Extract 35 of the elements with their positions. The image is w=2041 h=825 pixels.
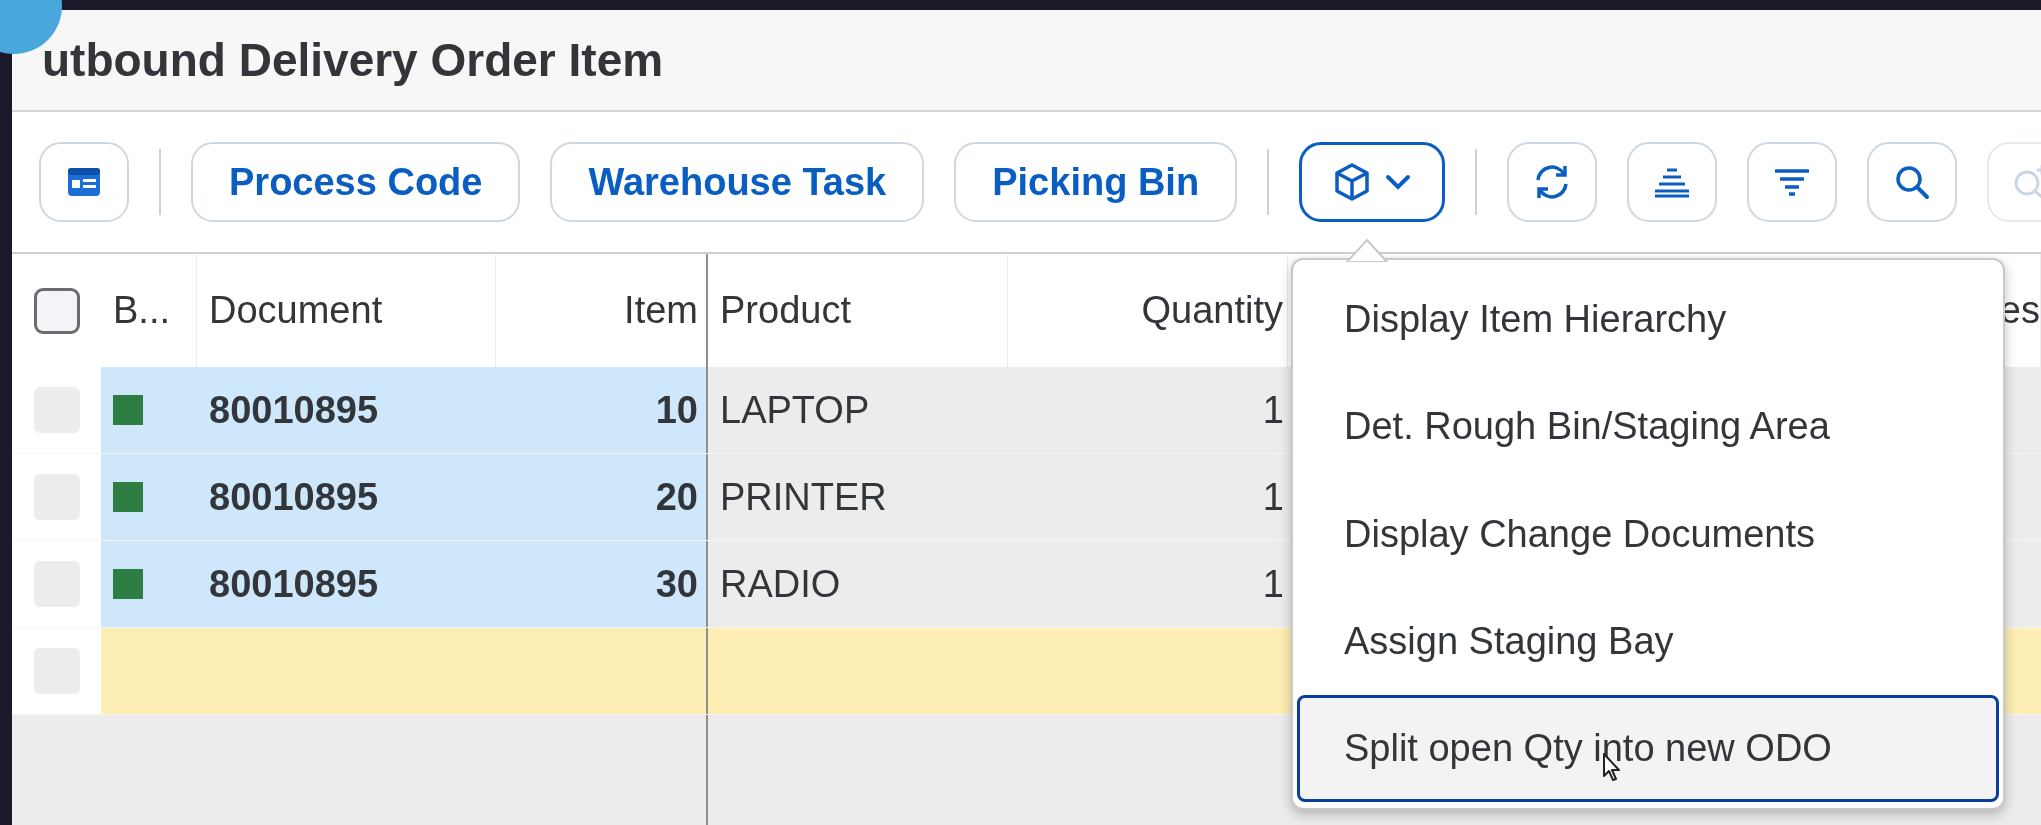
search-button[interactable] [1867,142,1958,222]
table-cell: 80010895 [209,388,379,432]
select-all-checkbox[interactable] [33,287,80,334]
table-cell: 10 [655,388,698,432]
column-header[interactable]: Document [209,289,383,332]
filter-button[interactable] [1747,142,1838,222]
search-icon [1894,164,1931,200]
filter-icon [1773,167,1812,197]
layout-icon [67,167,101,197]
toolbar-button[interactable]: Warehouse Task [550,142,925,222]
column-header[interactable]: Item [624,289,698,332]
sort-icon [1653,166,1692,198]
table-cell: 80010895 [209,475,379,519]
menu-item[interactable]: Split open Qty into new ODO [1297,694,1999,802]
table-cell: 1 [1262,475,1284,519]
table-cell: 30 [655,562,698,606]
table-cell: 80010895 [209,562,379,606]
refresh-button[interactable] [1507,142,1598,222]
cube-icon [1333,162,1372,202]
column-header[interactable]: Product [720,289,851,332]
table-cell: 20 [655,475,698,519]
toolbar-button[interactable]: Process Code [191,142,521,222]
table-settings-button[interactable] [39,142,129,222]
table-cell: LAPTOP [720,388,870,432]
actions-menu-button[interactable] [1299,142,1446,222]
sort-button[interactable] [1627,142,1718,222]
column-header[interactable]: Quantity [1141,289,1283,332]
table-cell: 1 [1262,562,1284,606]
toolbar-button[interactable]: Picking Bin [954,142,1238,222]
table-cell: RADIO [720,562,841,606]
table-cell: PRINTER [720,475,887,519]
panel-title: utbound Delivery Order Item [42,33,664,87]
column-header[interactable]: B... [113,289,171,332]
chevron-down-icon [1385,174,1412,190]
table-cell: 1 [1262,388,1284,432]
